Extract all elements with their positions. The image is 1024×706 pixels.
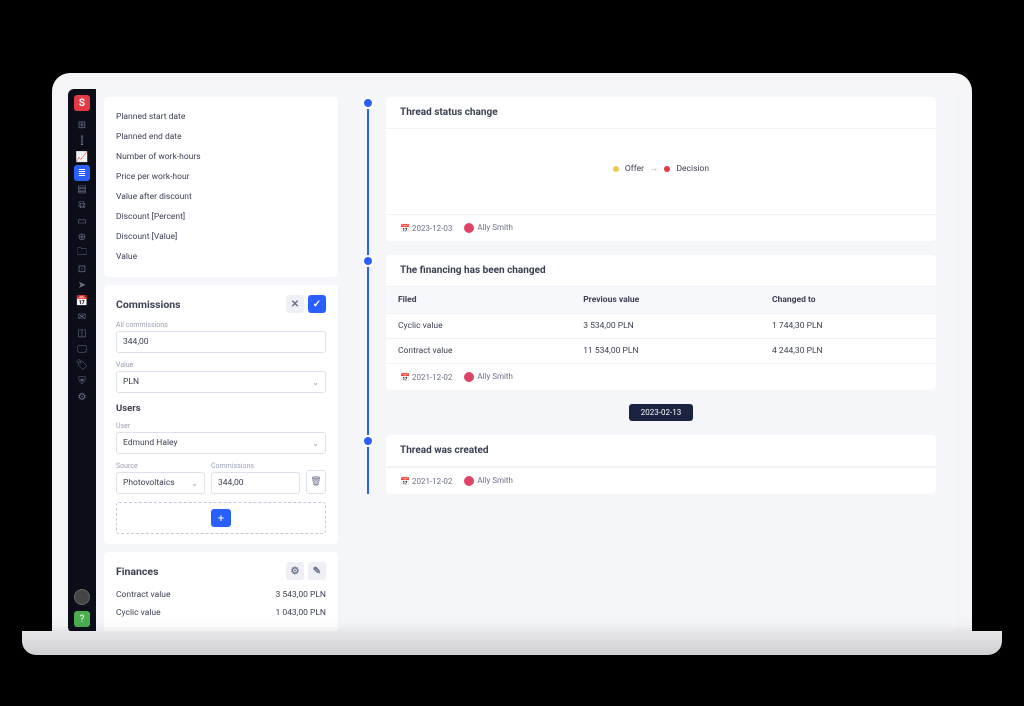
event-title: The financing has been changed (386, 255, 936, 287)
form-field: Discount [Value] (116, 227, 326, 247)
finance-table: FiledPrevious valueChanged toCyclic valu… (386, 287, 936, 363)
status-from: Offer (625, 164, 644, 174)
dashboard-icon[interactable]: ⊞ (74, 117, 90, 133)
plus-box-icon[interactable]: ⊕ (74, 229, 90, 245)
date-separator: 2023-02-13 (386, 404, 936, 421)
add-button[interactable]: + (211, 509, 231, 527)
form-field: Value (116, 247, 326, 267)
user-avatar[interactable] (74, 589, 90, 605)
folder-icon[interactable]: 🗀 (74, 245, 90, 261)
mail-icon[interactable]: ✉ (74, 309, 90, 325)
all-commissions-input[interactable]: 344,00 (116, 331, 326, 353)
value-select[interactable]: PLN⌄ (116, 371, 326, 393)
user-label: User (116, 422, 326, 430)
timeline-dot (362, 255, 374, 267)
calendar-icon: 📅 (400, 373, 410, 382)
calendar-icon: 📅 (400, 477, 410, 486)
event-title: Thread status change (386, 97, 936, 129)
form-field: Discount [Percent] (116, 207, 326, 227)
timeline-event: Thread status changeOffer→Decision📅 2023… (386, 97, 936, 241)
form-card: Planned start datePlanned end dateNumber… (104, 97, 338, 277)
value-label: Value (116, 361, 326, 369)
finance-row: Cyclic value1 043,00 PLN (116, 604, 326, 622)
timeline-event: The financing has been changedFiledPrevi… (386, 255, 936, 390)
close-icon[interactable]: ✕ (286, 295, 304, 313)
file-icon[interactable]: ▤ (74, 181, 90, 197)
trend-icon[interactable]: 📈 (74, 149, 90, 165)
logo-icon[interactable]: S (74, 95, 90, 111)
user-avatar-small (464, 223, 474, 233)
chevron-down-icon: ⌄ (312, 378, 319, 387)
table-row: Cyclic value3 534,00 PLN1 744,30 PLN (386, 314, 936, 339)
layers-icon[interactable]: ≣ (74, 165, 90, 181)
calendar-icon[interactable]: 📅 (74, 293, 90, 309)
settings-icon[interactable]: ⚙ (74, 389, 90, 405)
timeline-dot (362, 435, 374, 447)
edit-icon[interactable]: ✎ (308, 562, 326, 580)
confirm-icon[interactable]: ✓ (308, 295, 326, 313)
timeline-event: Thread was created📅 2021-12-02Ally Smith (386, 435, 936, 494)
finance-row: Contract value3 543,00 PLN (116, 586, 326, 604)
shield-icon[interactable]: ⛨ (74, 373, 90, 389)
copy-icon[interactable]: ⧉ (74, 197, 90, 213)
form-field: Price per work-hour (116, 167, 326, 187)
finances-title: Finances (116, 565, 158, 578)
event-title: Thread was created (386, 435, 936, 467)
chevron-down-icon: ⌄ (312, 439, 319, 448)
all-commissions-label: All commissions (116, 321, 326, 329)
help-icon[interactable]: ? (74, 611, 90, 627)
monitor-icon[interactable]: 🖵 (74, 341, 90, 357)
finances-card: Finances ⚙ ✎ Contract value3 543,00 PLNC… (104, 552, 338, 632)
commissions-title: Commissions (116, 298, 181, 311)
gear-icon[interactable]: ⚙ (286, 562, 304, 580)
right-panel: Thread status changeOffer→Decision📅 2023… (346, 89, 956, 633)
source-select[interactable]: Photovoltaics⌄ (116, 472, 205, 494)
source-label: Source (116, 462, 205, 470)
timeline: Thread status changeOffer→Decision📅 2023… (362, 97, 936, 494)
users-title: Users (116, 403, 326, 414)
grid-icon[interactable]: ⊡ (74, 261, 90, 277)
timeline-dot (362, 97, 374, 109)
user-avatar-small (464, 476, 474, 486)
status-to: Decision (676, 164, 709, 174)
table-row: Contract value11 534,00 PLN4 244,30 PLN (386, 339, 936, 364)
comm-label: Commissions (211, 462, 300, 470)
tag-icon[interactable]: 🏷 (74, 357, 90, 373)
commission-input[interactable]: 344,00 (211, 472, 300, 494)
chart-icon[interactable]: ⫿ (74, 133, 90, 149)
user-select[interactable]: Edmund Haley⌄ (116, 432, 326, 454)
form-field: Value after discount (116, 187, 326, 207)
send-icon[interactable]: ➤ (74, 277, 90, 293)
sidebar: S ⊞⫿📈≣▤⧉▭⊕🗀⊡➤📅✉◫🖵🏷⛨⚙ ? (68, 89, 96, 633)
apps-icon[interactable]: ◫ (74, 325, 90, 341)
briefcase-icon[interactable]: ▭ (74, 213, 90, 229)
calendar-icon: 📅 (400, 224, 410, 233)
user-avatar-small (464, 372, 474, 382)
delete-button[interactable]: 🗑 (306, 470, 326, 494)
left-panel: Planned start datePlanned end dateNumber… (96, 89, 346, 633)
commissions-card: Commissions ✕ ✓ All commissions 344,00 V… (104, 285, 338, 544)
form-field: Planned start date (116, 107, 326, 127)
form-field: Number of work-hours (116, 147, 326, 167)
chevron-down-icon: ⌄ (191, 479, 198, 488)
form-field: Planned end date (116, 127, 326, 147)
